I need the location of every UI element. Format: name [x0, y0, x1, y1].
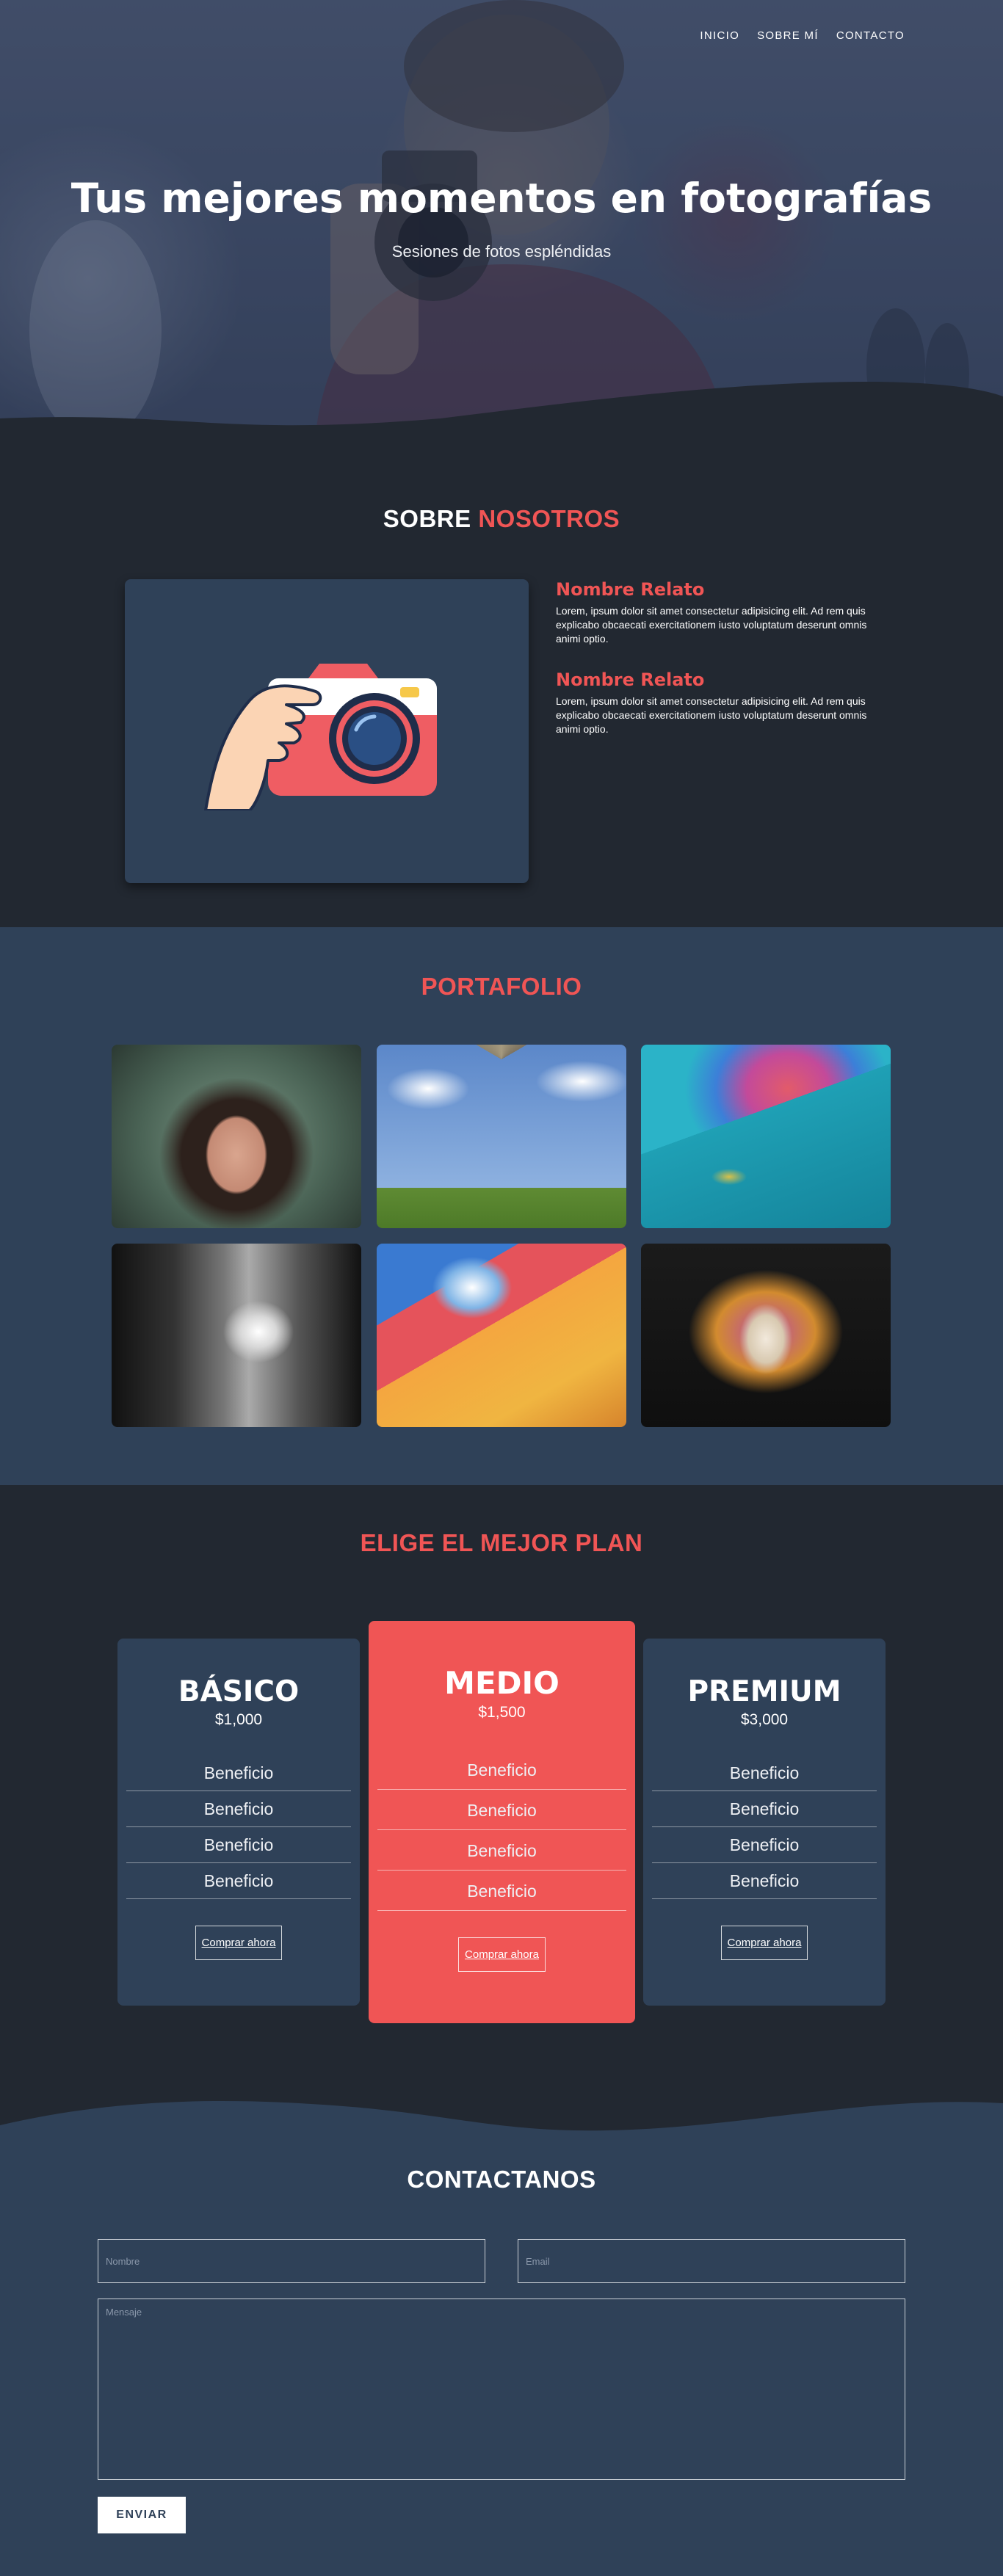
plan-benefit: Beneficio [652, 1755, 877, 1791]
plan-name: BÁSICO [178, 1675, 300, 1708]
plan-benefit: Beneficio [126, 1791, 351, 1827]
hero-title: Tus mejores momentos en fotografías [70, 175, 933, 222]
portfolio-photo-catrina[interactable] [641, 1244, 891, 1427]
plan-card-premium: PREMIUM $3,000 Beneficio Beneficio Benef… [643, 1639, 886, 2006]
portfolio-title: PORTAFOLIO [421, 973, 582, 1000]
portfolio-photo-woman-fur-hood[interactable] [112, 1045, 361, 1228]
portfolio-photo-colorful-tunnel[interactable] [641, 1045, 891, 1228]
pricing-title: ELIGE EL MEJOR PLAN [360, 1529, 643, 1556]
story-item: Nombre Relato Lorem, ipsum dolor sit ame… [556, 670, 894, 736]
about-illustration-card [125, 579, 529, 883]
hero-wave-divider [0, 382, 1003, 433]
story-title: Nombre Relato [556, 670, 705, 690]
portfolio-photo-corridor[interactable] [112, 1244, 361, 1427]
plan-benefit: Beneficio [377, 1871, 626, 1911]
plan-benefit: Beneficio [377, 1749, 626, 1790]
contact-wave-divider [0, 2101, 1003, 2144]
plan-benefit: Beneficio [377, 1830, 626, 1871]
nav-link-sobre-mi[interactable]: SOBRE MÍ [757, 29, 819, 42]
buy-now-button[interactable]: Comprar ahora [195, 1926, 283, 1960]
story-text: Lorem, ipsum dolor sit amet consectetur … [556, 605, 867, 645]
plan-benefits: Beneficio Beneficio Beneficio Beneficio [652, 1755, 877, 1899]
nav-link-contacto[interactable]: CONTACTO [836, 29, 905, 42]
plan-name: MEDIO [444, 1665, 560, 1701]
email-field[interactable] [518, 2239, 905, 2283]
nav-link-inicio[interactable]: INICIO [700, 29, 739, 42]
about-title-accent: NOSOTROS [478, 505, 620, 532]
hero-subtitle: Sesiones de fotos espléndidas [391, 242, 612, 261]
portfolio-photo-colorful-walls[interactable] [377, 1244, 626, 1427]
plan-benefit: Beneficio [652, 1827, 877, 1863]
about-title-plain: SOBRE [383, 505, 471, 532]
story-item: Nombre Relato Lorem, ipsum dolor sit ame… [556, 579, 894, 646]
story-title: Nombre Relato [556, 579, 705, 600]
send-button[interactable]: ENVIAR [98, 2497, 186, 2533]
story-text: Lorem, ipsum dolor sit amet consectetur … [556, 695, 867, 735]
camera-hand-illustration [204, 664, 437, 810]
message-field[interactable] [98, 2299, 905, 2480]
buy-now-button[interactable]: Comprar ahora [720, 1926, 808, 1960]
plan-price: $1,000 [214, 1711, 263, 1728]
plan-benefit: Beneficio [126, 1755, 351, 1791]
buy-now-button[interactable]: Comprar ahora [458, 1937, 546, 1972]
plan-benefit: Beneficio [126, 1863, 351, 1899]
plan-benefit: Beneficio [652, 1791, 877, 1827]
about-title: SOBRE NOSOTROS [0, 505, 1003, 533]
plan-benefits: Beneficio Beneficio Beneficio Beneficio [126, 1755, 351, 1899]
plan-benefits: Beneficio Beneficio Beneficio Beneficio [377, 1749, 626, 1911]
plan-card-basic: BÁSICO $1,000 Beneficio Beneficio Benefi… [117, 1639, 360, 2006]
plan-card-medium: MEDIO $1,500 Beneficio Beneficio Benefic… [369, 1621, 635, 2023]
plan-benefit: Beneficio [126, 1827, 351, 1863]
plan-benefit: Beneficio [652, 1863, 877, 1899]
plan-benefit: Beneficio [377, 1790, 626, 1830]
plan-name: PREMIUM [687, 1675, 841, 1708]
portfolio-photo-pyramid[interactable] [377, 1045, 626, 1228]
plan-price: $1,500 [478, 1704, 526, 1721]
plan-price: $3,000 [740, 1711, 789, 1728]
name-field[interactable] [98, 2239, 485, 2283]
contact-title: CONTACTANOS [407, 2166, 596, 2193]
main-nav: INICIO SOBRE MÍ CONTACTO [700, 29, 905, 42]
hero-section: INICIO SOBRE MÍ CONTACTO Tus mejores mom… [0, 0, 1003, 433]
